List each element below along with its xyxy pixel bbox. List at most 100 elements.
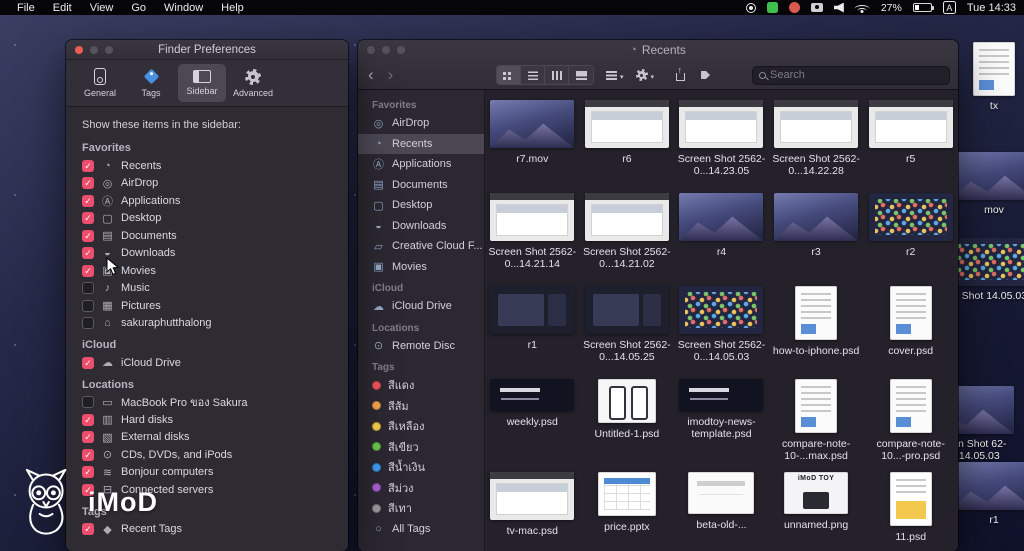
sidebar-item-item[interactable]: สีเขียว: [358, 437, 484, 458]
battery-icon[interactable]: [912, 3, 934, 12]
file-weekly-psd[interactable]: weekly.psd: [485, 375, 580, 468]
checkbox[interactable]: ✓: [82, 194, 94, 207]
forward-button[interactable]: [388, 67, 394, 83]
camera-icon[interactable]: [810, 3, 823, 12]
search-field[interactable]: [752, 65, 950, 85]
search-icon: [759, 71, 766, 79]
file-screen-shot-2562-0-14-05-25[interactable]: Screen Shot 2562-0...14.05.25: [580, 282, 675, 375]
desktop-item-tx[interactable]: tx: [952, 42, 1024, 112]
menu-window[interactable]: Window: [155, 2, 212, 14]
file-screen-shot-2562-0-14-22-28[interactable]: Screen Shot 2562-0...14.22.28: [769, 96, 864, 189]
desktop-item-n-shot-14-05-03[interactable]: n Shot 14.05.03: [948, 238, 1024, 302]
checkbox[interactable]: ✓: [82, 212, 94, 225]
group-button[interactable]: [606, 66, 624, 84]
tags-button[interactable]: [701, 71, 711, 79]
sidebar-item-remote-disc[interactable]: ⊙ Remote Disc: [358, 336, 484, 357]
file-price-pptx[interactable]: price.pptx: [580, 468, 675, 551]
sidebar-item-movies[interactable]: ▣ Movies: [358, 257, 484, 278]
wifi-icon[interactable]: [854, 2, 870, 13]
file-name: imodtoy-news-template.psd: [687, 416, 756, 440]
menu-clock[interactable]: Tue 14:33: [967, 2, 1016, 14]
sidebar-item-creative-cloud-f[interactable]: ▱ Creative Cloud F...: [358, 236, 484, 257]
file-beta-old[interactable]: beta-old-...: [674, 468, 769, 551]
file-screen-shot-2562-0-14-21-14[interactable]: Screen Shot 2562-0...14.21.14: [485, 189, 580, 282]
app-status-icon[interactable]: [788, 2, 800, 13]
close-button[interactable]: [75, 46, 83, 54]
checkbox[interactable]: ✓: [82, 177, 94, 190]
file-imodtoy-news-template-psd[interactable]: imodtoy-news-template.psd: [674, 375, 769, 468]
file-r1[interactable]: r1: [485, 282, 580, 375]
sidebar-item-recents[interactable]: ◔ Recents: [358, 133, 484, 154]
sidebar-item-airdrop[interactable]: ◎ AirDrop: [358, 113, 484, 134]
sidebar-item-applications[interactable]: Ⓐ Applications: [358, 154, 484, 175]
checkbox[interactable]: ✓: [82, 264, 94, 277]
file-screen-shot-2562-0-14-05-03[interactable]: Screen Shot 2562-0...14.05.03: [674, 282, 769, 375]
action-menu-button[interactable]: [635, 66, 655, 84]
gallery-view-button[interactable]: [569, 66, 593, 84]
checkbox[interactable]: ✓: [82, 247, 94, 260]
sidebar-item-icloud-drive[interactable]: ☁ iCloud Drive: [358, 296, 484, 317]
sidebar-item-all-tags[interactable]: ○ All Tags: [358, 519, 484, 540]
checkbox[interactable]: [82, 282, 94, 295]
minimize-button[interactable]: [90, 46, 98, 54]
file-compare-note-10-pro-psd[interactable]: compare-note-10...-pro.psd: [863, 375, 958, 468]
pref-tab-tags[interactable]: Tags: [127, 64, 175, 102]
back-button[interactable]: [368, 67, 374, 83]
file-compare-note-10-max-psd[interactable]: compare-note-10-...max.psd: [769, 375, 864, 468]
file-11-psd[interactable]: 11.psd: [863, 468, 958, 551]
sidebar-item-downloads[interactable]: ◒ Downloads: [358, 216, 484, 237]
screen-recording-icon[interactable]: [745, 2, 756, 13]
sidebar-item-item[interactable]: สีเทา: [358, 498, 484, 519]
file-r2[interactable]: r2: [863, 189, 958, 282]
menu-view[interactable]: View: [81, 2, 123, 14]
desktop-item-mov[interactable]: mov: [952, 152, 1024, 216]
file-screen-shot-2562-0-14-21-02[interactable]: Screen Shot 2562-0...14.21.02: [580, 189, 675, 282]
sidebar-item-desktop[interactable]: ▢ Desktop: [358, 195, 484, 216]
checkbox[interactable]: ✓: [82, 229, 94, 242]
checkbox[interactable]: [82, 299, 94, 312]
checkbox[interactable]: ✓: [82, 159, 94, 172]
checkbox[interactable]: ✓: [82, 413, 94, 426]
sidebar-item-item[interactable]: สีแดง: [358, 375, 484, 396]
file-tv-mac-psd[interactable]: tv-mac.psd: [485, 468, 580, 551]
sidebar-item-item[interactable]: สีม่วง: [358, 478, 484, 499]
icon-view-button[interactable]: [497, 66, 521, 84]
checkbox[interactable]: ✓: [82, 448, 94, 461]
column-view-button[interactable]: [545, 66, 569, 84]
sidebar-item-documents[interactable]: ▤ Documents: [358, 175, 484, 196]
file-r6[interactable]: r6: [580, 96, 675, 189]
pref-tab-general[interactable]: General: [76, 64, 124, 102]
sidebar-item-item[interactable]: สีส้ม: [358, 396, 484, 417]
zoom-button[interactable]: [105, 46, 113, 54]
file-untitled-1-psd[interactable]: Untitled-1.psd: [580, 375, 675, 468]
cd-icon: ⊙: [102, 449, 113, 462]
file-thumbnail: iMoD TOY: [784, 472, 849, 514]
sidebar-item-item[interactable]: สีน้ำเงิน: [358, 457, 484, 478]
checkbox[interactable]: [82, 396, 94, 409]
desktop-item-r1[interactable]: r1: [952, 462, 1024, 526]
file-how-to-iphone-psd[interactable]: how-to-iphone.psd: [769, 282, 864, 375]
file-cover-psd[interactable]: cover.psd: [863, 282, 958, 375]
line-app-icon[interactable]: [766, 2, 778, 13]
input-source-icon[interactable]: A: [942, 1, 956, 14]
menu-edit[interactable]: Edit: [44, 2, 81, 14]
file-unnamed-png[interactable]: iMoD TOY unnamed.png: [769, 468, 864, 551]
pref-tab-sidebar[interactable]: Sidebar: [178, 64, 226, 102]
file-r7-mov[interactable]: r7.mov: [485, 96, 580, 189]
sidebar-item-item[interactable]: สีเหลือง: [358, 416, 484, 437]
search-input[interactable]: [770, 69, 949, 81]
share-button[interactable]: [676, 65, 686, 81]
checkbox[interactable]: [82, 317, 94, 330]
file-r4[interactable]: r4: [674, 189, 769, 282]
file-r3[interactable]: r3: [769, 189, 864, 282]
checkbox[interactable]: ✓: [82, 431, 94, 444]
file-r5[interactable]: r5: [863, 96, 958, 189]
menu-help[interactable]: Help: [212, 2, 253, 14]
list-view-button[interactable]: [521, 66, 545, 84]
file-screen-shot-2562-0-14-23-05[interactable]: Screen Shot 2562-0...14.23.05: [674, 96, 769, 189]
menu-go[interactable]: Go: [122, 2, 155, 14]
menu-file[interactable]: File: [8, 2, 44, 14]
checkbox[interactable]: ✓: [82, 356, 94, 369]
pref-tab-advanced[interactable]: Advanced: [229, 64, 277, 102]
volume-icon[interactable]: [833, 2, 844, 13]
